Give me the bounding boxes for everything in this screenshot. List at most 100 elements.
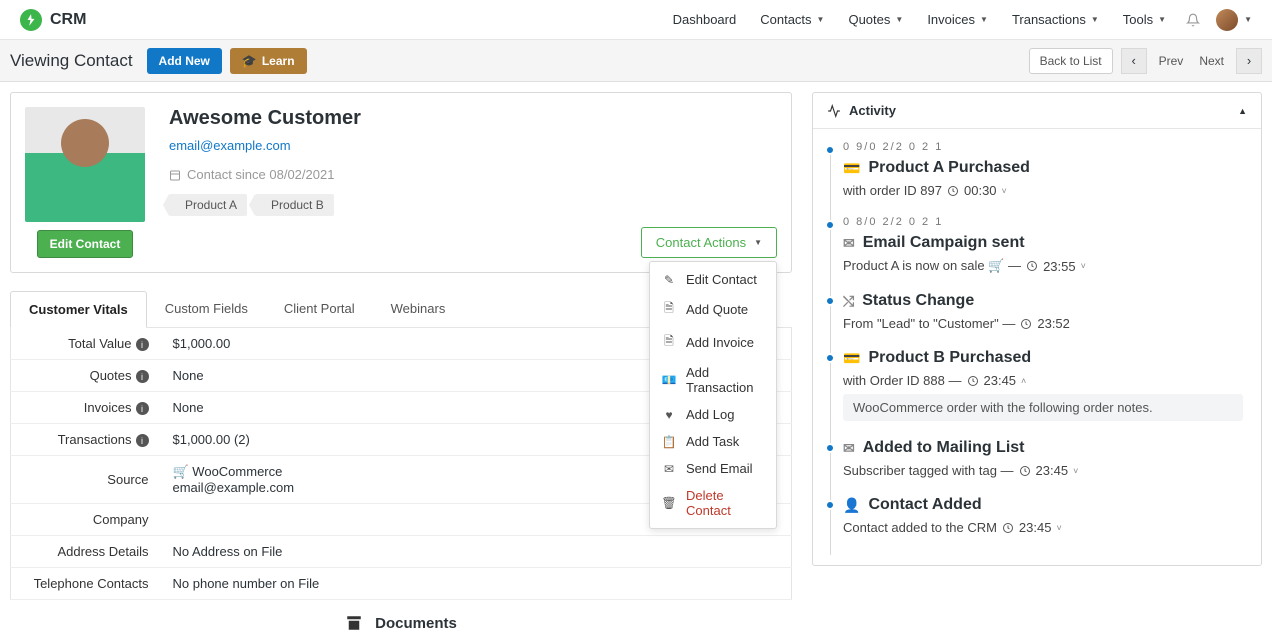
timeline-dot-icon [825,353,835,363]
info-icon: i [136,434,149,447]
file-icon: 🗎 [662,299,676,320]
menu-item-add-quote[interactable]: 🗎Add Quote [650,293,776,326]
activity-title: 💳Product A Purchased [843,159,1243,177]
contact-tags: Product A Product B [169,194,361,216]
next-arrow-button[interactable]: › [1236,48,1262,74]
activity-body: From "Lead" to "Customer" — 23:52 [843,316,1243,331]
vitals-label: Total Valuei [11,328,161,360]
info-icon: i [136,338,149,351]
activity-item: 👤Contact AddedContact added to the CRM 2… [843,496,1243,535]
pencil-icon: ✎ [662,273,676,287]
add-new-button[interactable]: Add New [147,48,222,74]
nav-invoices[interactable]: Invoices▼ [927,12,988,27]
chevron-down-icon[interactable]: ˅ [1002,186,1007,196]
notifications-icon[interactable] [1186,13,1200,27]
back-to-list-button[interactable]: Back to List [1029,48,1113,74]
activity-body: with Order ID 888 — 23:45 ˄ [843,373,1243,388]
timeline-dot-icon [825,220,835,230]
vitals-label: Source [11,456,161,504]
chevron-down-icon[interactable]: ˅ [1073,466,1078,476]
activity-header[interactable]: Activity ▲ [813,93,1261,129]
person-icon: 👤 [843,497,860,514]
activity-title: ✉Added to Mailing List [843,439,1243,457]
contact-actions-button[interactable]: Contact Actions▼ [641,227,777,258]
menu-item-add-transaction[interactable]: 💶Add Transaction [650,359,776,401]
info-icon: i [136,370,149,383]
menu-item-delete-contact[interactable]: 🗑Delete Contact [650,482,776,524]
graduation-cap-icon: 🎓 [242,54,257,68]
nav-tools[interactable]: Tools▼ [1123,12,1166,27]
calendar-icon [169,169,181,181]
contact-email-link[interactable]: email@example.com [169,138,291,153]
activity-body: Product A is now on sale 🛒 — 23:55 ˅ [843,258,1243,274]
vitals-label: Company [11,504,161,536]
tab-webinars[interactable]: Webinars [373,291,464,327]
tab-client-portal[interactable]: Client Portal [266,291,373,327]
subbar: Viewing Contact Add New 🎓Learn Back to L… [0,40,1272,82]
menu-item-add-invoice[interactable]: 🗎Add Invoice [650,326,776,359]
contact-since: Contact since 08/02/2021 [169,167,361,182]
vitals-value: No phone number on File [161,568,792,600]
chevron-down-icon: ▼ [1158,15,1166,24]
tab-custom-fields[interactable]: Custom Fields [147,291,266,327]
archive-icon [345,614,363,632]
clock-icon [1002,522,1014,534]
vitals-label: Transactionsi [11,424,161,456]
nav-transactions[interactable]: Transactions▼ [1012,12,1099,27]
nav-dashboard[interactable]: Dashboard [673,12,737,27]
activity-timeline: 0 9/0 2/2 0 2 1 💳Product A Purchased with … [813,129,1261,565]
activity-item: ⤭Status ChangeFrom "Lead" to "Customer" … [843,292,1243,331]
menu-item-send-email[interactable]: ✉Send Email [650,455,776,482]
user-avatar[interactable] [1216,9,1238,31]
clock-icon [1020,318,1032,330]
timeline-dot-icon [825,296,835,306]
menu-item-add-task[interactable]: 📋Add Task [650,428,776,455]
clock-icon [1026,260,1038,272]
edit-contact-button[interactable]: Edit Contact [37,230,134,258]
chevron-up-icon: ▲ [1238,106,1247,116]
heart-icon: ♥ [662,408,676,422]
activity-note: WooCommerce order with the following ord… [843,394,1243,421]
learn-button[interactable]: 🎓Learn [230,48,307,74]
nav-contacts[interactable]: Contacts▼ [760,12,824,27]
tag[interactable]: Product A [169,194,247,216]
timeline-dot-icon [825,443,835,453]
chevron-down-icon: ▼ [817,15,825,24]
documents-title: Documents [375,615,457,632]
envelope-icon: ✉ [662,462,676,476]
activity-item: 0 8/0 2/2 0 2 1✉Email Campaign sentProdu… [843,216,1243,274]
chevron-up-icon[interactable]: ˄ [1021,376,1026,386]
vitals-label: Address Details [11,536,161,568]
documents-section: Documents [10,600,792,632]
card-icon: 💳 [843,350,860,367]
activity-date: 0 9/0 2/2 0 2 1 [843,141,1243,153]
tag[interactable]: Product B [255,194,334,216]
activity-title: 👤Contact Added [843,496,1243,514]
page-title: Viewing Contact [10,51,133,71]
menu-item-add-log[interactable]: ♥Add Log [650,401,776,428]
menu-item-edit-contact[interactable]: ✎Edit Contact [650,266,776,293]
chevron-down-icon[interactable]: ˅ [1081,261,1086,271]
vitals-row: Address DetailsNo Address on File [11,536,792,568]
activity-title: 💳Product B Purchased [843,349,1243,367]
file-icon: 🗎 [662,332,676,353]
prev-arrow-button[interactable]: ‹ [1121,48,1147,74]
brand[interactable]: CRM [20,9,86,31]
contact-name: Awesome Customer [169,107,361,130]
vitals-label: Quotesi [11,360,161,392]
chevron-down-icon[interactable]: ▼ [1244,15,1252,24]
timeline-dot-icon [825,145,835,155]
activity-item: ✉Added to Mailing ListSubscriber tagged … [843,439,1243,478]
nav-quotes[interactable]: Quotes▼ [848,12,903,27]
contact-panel: Edit Contact Awesome Customer email@exam… [10,92,792,273]
activity-panel: Activity ▲ 0 9/0 2/2 0 2 1 💳Product A Pur… [812,92,1262,566]
next-link[interactable]: Next [1195,54,1228,68]
prev-link[interactable]: Prev [1155,54,1188,68]
activity-body: with order ID 897 00:30 ˅ [843,183,1243,198]
trash-icon: 🗑 [662,496,676,510]
top-nav: CRM Dashboard Contacts▼ Quotes▼ Invoices… [0,0,1272,40]
vitals-label: Telephone Contacts [11,568,161,600]
tab-customer-vitals[interactable]: Customer Vitals [10,291,147,328]
chevron-down-icon[interactable]: ˅ [1056,523,1061,533]
clock-icon [967,375,979,387]
